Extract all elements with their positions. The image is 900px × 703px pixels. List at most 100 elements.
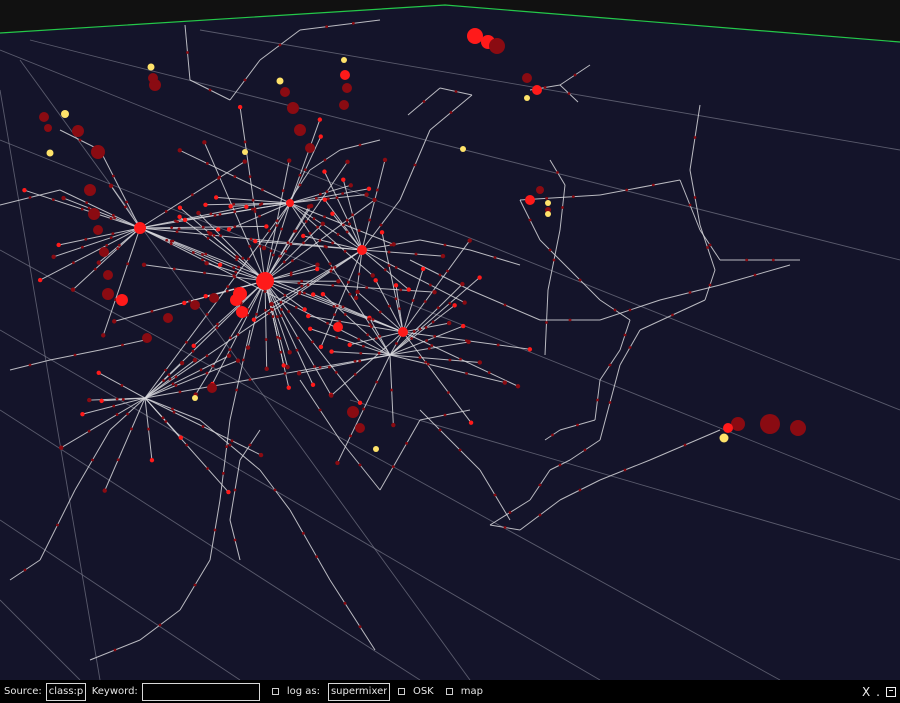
minimize-button[interactable]: . xyxy=(876,685,880,699)
edge-node xyxy=(368,218,372,222)
graph-node xyxy=(208,231,213,236)
osk-checkbox[interactable] xyxy=(397,688,405,695)
edge-node xyxy=(346,280,350,284)
edge-node xyxy=(398,307,401,311)
edge-node xyxy=(73,353,77,357)
graph-node xyxy=(59,445,64,450)
edge-node xyxy=(395,342,398,345)
edge-node xyxy=(217,176,220,180)
edge-node xyxy=(247,257,250,261)
graph-node xyxy=(286,158,292,163)
edge-node xyxy=(313,365,316,368)
graph-node xyxy=(235,358,241,363)
edge-node xyxy=(446,391,450,394)
maximize-icon[interactable] xyxy=(886,686,896,697)
edge-node xyxy=(111,213,115,217)
edge-node xyxy=(571,195,575,199)
graph-node xyxy=(353,295,359,301)
edge-node xyxy=(248,378,252,381)
edge-node xyxy=(412,329,416,333)
edge-node xyxy=(302,241,305,245)
edge-node xyxy=(348,222,351,226)
graph-node xyxy=(330,211,335,216)
edge-node xyxy=(191,251,195,254)
edge-node xyxy=(56,523,59,527)
edge-node xyxy=(357,272,361,276)
graph-node xyxy=(141,262,147,268)
graph-node xyxy=(760,414,780,434)
graph-node xyxy=(203,294,208,299)
edge-node xyxy=(446,269,449,273)
edge-node xyxy=(359,351,363,355)
graph-node xyxy=(91,145,105,159)
tip-node xyxy=(719,433,729,443)
edge-node xyxy=(318,239,322,242)
graph-node xyxy=(310,292,316,297)
graph-node xyxy=(364,192,369,197)
graph-node xyxy=(192,357,198,363)
edge-node xyxy=(172,267,176,271)
graph-node xyxy=(306,204,312,209)
edge-node xyxy=(233,538,237,542)
graph-node xyxy=(134,222,146,234)
tip-node xyxy=(545,211,551,217)
network-viewport[interactable] xyxy=(0,0,900,680)
edge-node xyxy=(378,310,382,314)
edge-node xyxy=(212,233,216,237)
edge-node xyxy=(264,338,268,341)
edge-node xyxy=(205,162,209,165)
edge-node xyxy=(78,138,82,142)
edge-node xyxy=(330,266,334,270)
edge-node xyxy=(111,232,115,236)
edge-node xyxy=(496,343,500,347)
graph-node xyxy=(452,303,457,308)
source-input[interactable] xyxy=(45,682,86,701)
edge-node xyxy=(249,237,253,241)
edge-node xyxy=(371,318,375,321)
graph-node xyxy=(204,261,209,266)
edge-node xyxy=(109,236,113,240)
edge-node xyxy=(263,290,267,293)
edge-node xyxy=(576,423,579,427)
log-checkbox[interactable] xyxy=(271,688,279,695)
edge-node xyxy=(206,236,210,240)
log-as-input[interactable] xyxy=(327,682,390,701)
graph-node xyxy=(318,134,323,139)
edge-node xyxy=(348,292,352,296)
edge-node xyxy=(558,463,562,467)
edge-node xyxy=(248,443,252,447)
keyword-input[interactable] xyxy=(141,682,260,701)
edge-node xyxy=(375,188,379,192)
edge-node xyxy=(191,349,195,353)
edge-node xyxy=(260,202,264,206)
edge-node xyxy=(345,218,349,222)
close-button[interactable]: X xyxy=(862,685,870,699)
edge-node xyxy=(545,196,549,200)
bottom-toolbar: Source: Keyword: log as: OSK map X . xyxy=(0,680,900,703)
edge-node xyxy=(331,241,335,245)
graph-node xyxy=(258,452,264,458)
edge-node xyxy=(413,163,417,167)
edge-node xyxy=(671,313,674,317)
edge-node xyxy=(301,531,305,535)
edge-node xyxy=(454,90,458,93)
graph-node xyxy=(116,294,128,306)
graph-node xyxy=(357,400,363,406)
tip-node xyxy=(192,395,198,401)
edge-node xyxy=(341,192,345,195)
graph-node xyxy=(305,143,315,153)
graph-node xyxy=(285,364,290,370)
edge-node xyxy=(329,269,333,273)
network-graph[interactable] xyxy=(0,0,900,680)
edge-node xyxy=(545,321,548,324)
graph-node xyxy=(341,177,346,182)
graph-node xyxy=(99,398,104,404)
graph-node xyxy=(163,313,173,323)
graph-node xyxy=(306,313,311,319)
graph-node xyxy=(536,186,544,194)
graph-node xyxy=(466,339,471,345)
map-checkbox[interactable] xyxy=(445,688,453,695)
graph-node xyxy=(345,159,350,165)
edge-node xyxy=(112,404,116,408)
edge-node xyxy=(431,320,435,324)
